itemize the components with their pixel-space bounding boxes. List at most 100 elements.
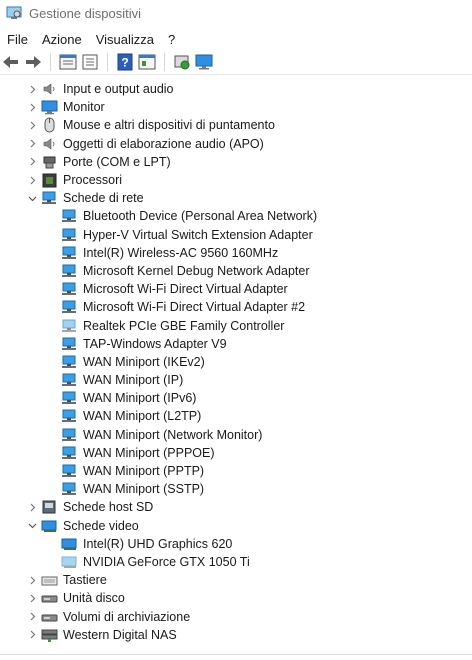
scan-hardware-button[interactable] (171, 51, 193, 73)
device-category-volumi-di-archiviazione[interactable]: Volumi di archiviazione (0, 607, 472, 625)
device-category-schede-host-sd[interactable]: Schede host SD (0, 498, 472, 516)
list-view-icon (82, 54, 98, 70)
chevron-right-icon[interactable] (27, 116, 37, 134)
forward-arrow-icon (26, 56, 41, 68)
toolbar: ? (0, 50, 472, 75)
back-arrow-button[interactable] (0, 51, 22, 73)
network-icon (62, 246, 76, 259)
device-category-schede-di-rete[interactable]: Schede di rete (0, 189, 472, 207)
device-category-mouse-e-altri-dispositivi-di-puntamento[interactable]: Mouse e altri dispositivi di puntamento (0, 116, 472, 134)
chevron-right-icon[interactable] (27, 171, 37, 189)
device-item[interactable]: Microsoft Wi-Fi Direct Virtual Adapter (0, 280, 472, 298)
device-label: Western Digital NAS (63, 627, 177, 642)
properties-icon (59, 54, 77, 70)
chevron-right-icon[interactable] (27, 608, 37, 626)
menu-visualizza[interactable]: Visualizza (89, 32, 161, 47)
device-category-processori[interactable]: Processori (0, 171, 472, 189)
chevron-right-icon[interactable] (27, 153, 37, 171)
device-label: Realtek PCIe GBE Family Controller (83, 318, 285, 333)
display-adapter-icon (61, 538, 77, 550)
chevron-right-icon[interactable] (27, 571, 37, 589)
device-label: Bluetooth Device (Personal Area Network) (83, 209, 318, 224)
device-category-oggetti-di-elaborazione-audio-apo[interactable]: Oggetti di elaborazione audio (APO) (0, 135, 472, 153)
device-label: Microsoft Wi-Fi Direct Virtual Adapter #… (83, 300, 306, 315)
device-item[interactable]: Hyper-V Virtual Switch Extension Adapter (0, 226, 472, 244)
device-item[interactable]: Realtek PCIe GBE Family Controller (0, 316, 472, 334)
menu-bar: File Azione Visualizza? (0, 29, 472, 49)
device-category-unit-disco[interactable]: Unità disco (0, 589, 472, 607)
properties-button[interactable] (57, 51, 79, 73)
device-label: Intel(R) UHD Graphics 620 (83, 536, 233, 551)
chevron-right-icon[interactable] (27, 135, 37, 153)
network-icon (42, 191, 56, 205)
device-item[interactable]: WAN Miniport (IP) (0, 371, 472, 389)
port-icon (43, 156, 56, 169)
console-button[interactable] (136, 51, 158, 73)
device-item[interactable]: WAN Miniport (Network Monitor) (0, 426, 472, 444)
device-item[interactable]: Intel(R) UHD Graphics 620 (0, 535, 472, 553)
chevron-right-icon[interactable] (27, 589, 37, 607)
network-icon (62, 337, 76, 350)
console-icon (138, 54, 156, 70)
toolbar-separator (50, 53, 51, 71)
device-label: Microsoft Kernel Debug Network Adapter (83, 263, 310, 278)
monitor-device-button[interactable] (193, 51, 215, 73)
monitor-device-icon (195, 54, 213, 70)
device-label: Schede video (63, 518, 139, 533)
device-category-monitor[interactable]: Monitor (0, 98, 472, 116)
device-category-tastiere[interactable]: Tastiere (0, 571, 472, 589)
chevron-right-icon[interactable] (27, 626, 37, 644)
help-button[interactable]: ? (114, 51, 136, 73)
disk-icon (41, 595, 58, 603)
device-label: WAN Miniport (PPTP) (83, 464, 205, 479)
window-title: Gestione dispositivi (29, 5, 141, 21)
device-label: Schede host SD (63, 500, 154, 515)
network-icon (62, 428, 76, 441)
device-item[interactable]: WAN Miniport (L2TP) (0, 407, 472, 425)
device-item[interactable]: WAN Miniport (IPv6) (0, 389, 472, 407)
device-label: Porte (COM e LPT) (63, 154, 171, 169)
device-category-schede-video[interactable]: Schede video (0, 517, 472, 535)
device-item[interactable]: Bluetooth Device (Personal Area Network) (0, 207, 472, 225)
device-item[interactable]: Intel(R) Wireless-AC 9560 160MHz (0, 244, 472, 262)
svg-text:?: ? (121, 56, 128, 70)
device-item[interactable]: TAP-Windows Adapter V9 (0, 335, 472, 353)
nas-icon (41, 629, 58, 642)
network-icon (62, 209, 76, 223)
chevron-right-icon[interactable] (27, 98, 37, 116)
chevron-down-icon[interactable] (27, 189, 37, 207)
network-icon (62, 482, 76, 496)
device-item[interactable]: WAN Miniport (SSTP) (0, 480, 472, 498)
forward-arrow-button[interactable] (22, 51, 44, 73)
menu-help[interactable]: ? (161, 32, 182, 47)
device-label: Schede di rete (63, 191, 144, 206)
device-category-western-digital-nas[interactable]: Western Digital NAS (0, 626, 472, 644)
menu-azione[interactable]: Azione (35, 32, 89, 47)
list-view-button[interactable] (79, 51, 101, 73)
network-icon (62, 228, 76, 241)
chevron-right-icon[interactable] (27, 80, 37, 98)
device-item[interactable]: Microsoft Wi-Fi Direct Virtual Adapter #… (0, 298, 472, 316)
device-category-input-e-output-audio[interactable]: Input e output audio (0, 80, 472, 98)
network-icon (62, 300, 76, 314)
device-item[interactable]: WAN Miniport (PPTP) (0, 462, 472, 480)
device-category-porte-com-e-lpt[interactable]: Porte (COM e LPT) (0, 153, 472, 171)
device-item[interactable]: WAN Miniport (IKEv2) (0, 353, 472, 371)
device-manager-icon (6, 6, 22, 19)
device-label: Unità disco (63, 591, 125, 606)
chevron-right-icon[interactable] (27, 498, 37, 516)
network-icon (62, 264, 76, 277)
chevron-down-icon[interactable] (27, 517, 37, 535)
device-item[interactable]: Microsoft Kernel Debug Network Adapter (0, 262, 472, 280)
toolbar-separator (107, 53, 108, 71)
device-label: WAN Miniport (SSTP) (83, 482, 205, 497)
device-label: WAN Miniport (Network Monitor) (83, 427, 263, 442)
speaker-icon (43, 138, 55, 150)
device-item[interactable]: WAN Miniport (PPPOE) (0, 444, 472, 462)
toolbar-separator (164, 53, 165, 71)
device-label: Mouse e altri dispositivi di puntamento (63, 118, 275, 133)
mouse-icon (44, 117, 55, 133)
menu-file[interactable]: File (0, 32, 35, 47)
network-icon (62, 355, 76, 368)
device-item[interactable]: NVIDIA GeForce GTX 1050 Ti (0, 553, 472, 571)
